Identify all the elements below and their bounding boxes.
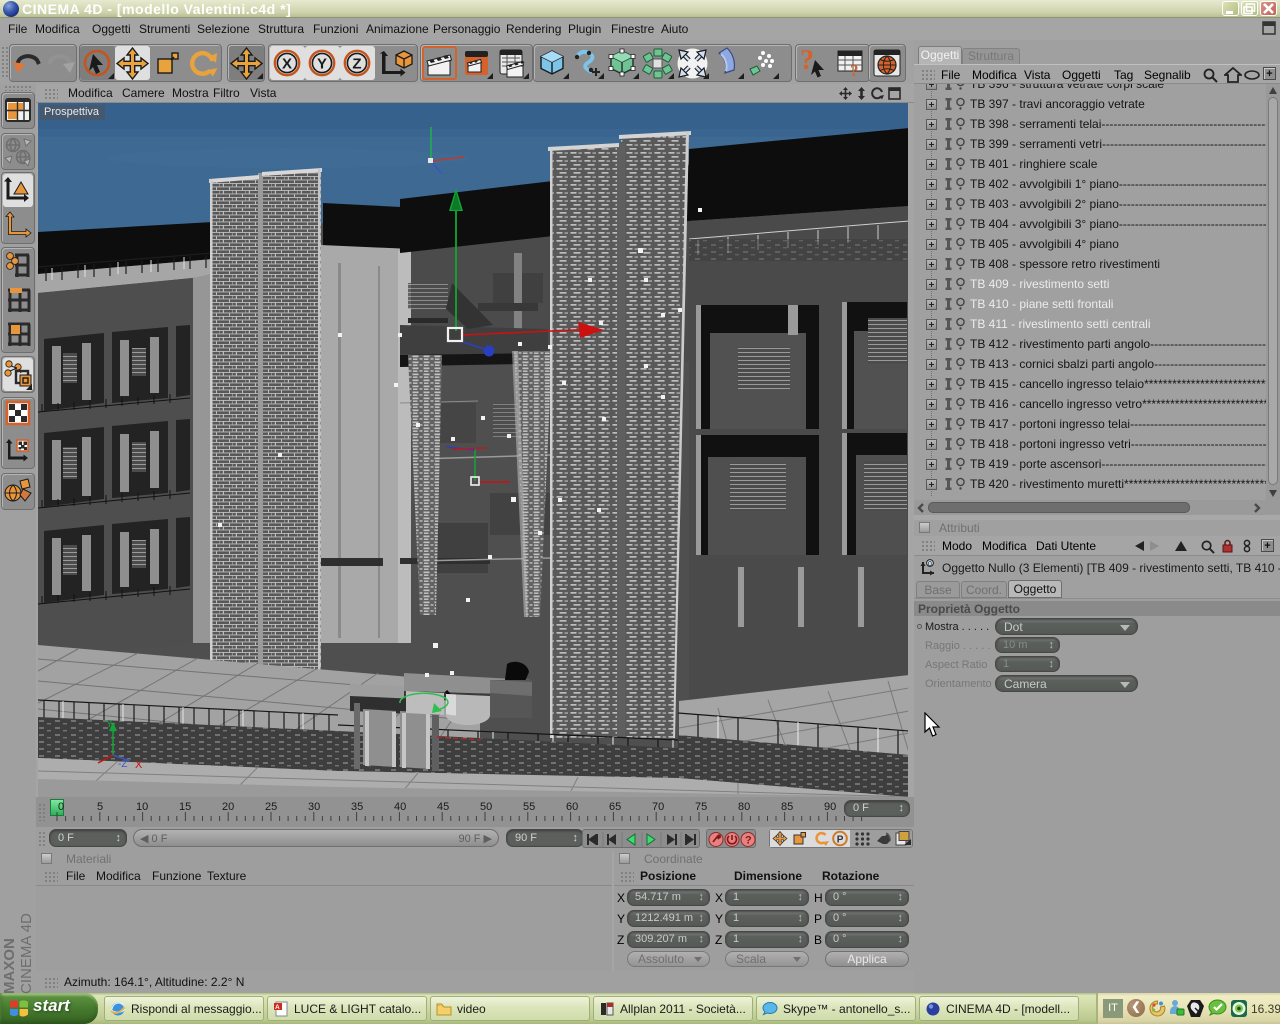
- svg-text:85: 85: [781, 801, 793, 813]
- svg-text:25: 25: [265, 801, 277, 813]
- svg-text:Y: Y: [106, 719, 113, 730]
- svg-text:45: 45: [437, 801, 449, 813]
- svg-text:90: 90: [824, 801, 836, 813]
- svg-text:65: 65: [609, 801, 621, 813]
- svg-text:20: 20: [222, 801, 234, 813]
- svg-text:Z: Z: [352, 56, 361, 73]
- svg-text:0: 0: [58, 801, 64, 813]
- svg-text:60: 60: [566, 801, 578, 813]
- svg-text:40: 40: [394, 801, 406, 813]
- svg-text:5: 5: [97, 801, 103, 813]
- svg-text:MAXON: MAXON: [1, 938, 18, 994]
- svg-text:70: 70: [652, 801, 664, 813]
- svg-text:30: 30: [308, 801, 320, 813]
- svg-text:Y: Y: [317, 56, 327, 73]
- svg-text:?: ?: [850, 61, 859, 80]
- svg-text:P: P: [837, 835, 844, 846]
- svg-text:80: 80: [738, 801, 750, 813]
- svg-text:75: 75: [695, 801, 707, 813]
- svg-text:0: 0: [928, 561, 932, 568]
- svg-text:X: X: [282, 56, 292, 73]
- svg-text:50: 50: [480, 801, 492, 813]
- svg-text:CINEMA 4D: CINEMA 4D: [18, 913, 35, 994]
- svg-text:X: X: [135, 759, 143, 771]
- svg-text:?: ?: [745, 835, 752, 847]
- svg-text:35: 35: [351, 801, 363, 813]
- svg-text:A: A: [275, 1004, 280, 1011]
- svg-text:-Z: -Z: [118, 759, 127, 770]
- svg-text:10: 10: [136, 801, 148, 813]
- svg-text:15: 15: [179, 801, 191, 813]
- svg-text:55: 55: [523, 801, 535, 813]
